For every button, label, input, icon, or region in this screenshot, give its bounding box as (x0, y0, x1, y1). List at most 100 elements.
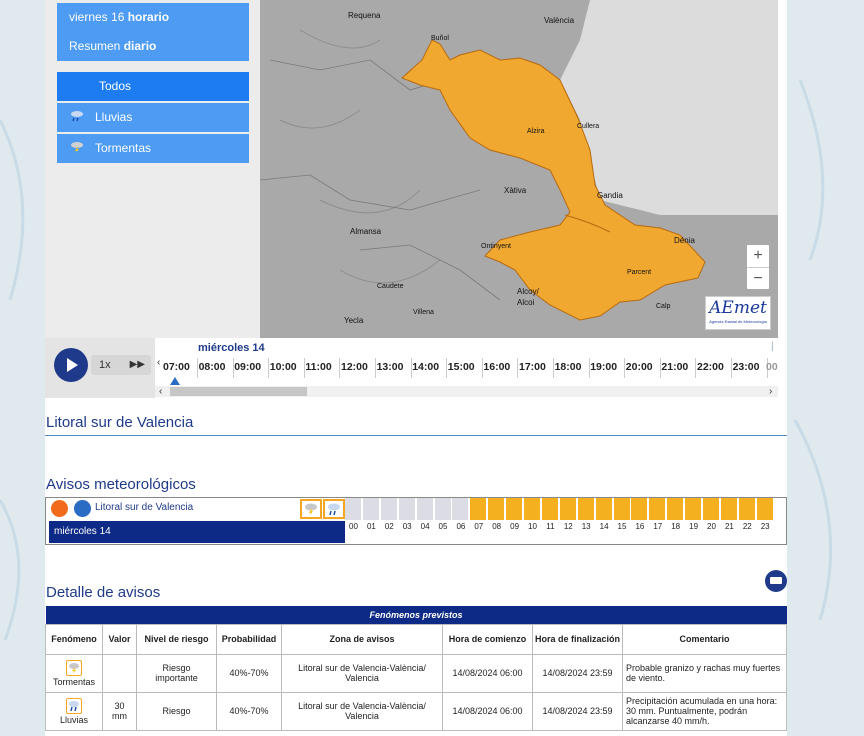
city-label: València (544, 16, 575, 25)
zone-cell: Litoral sur de Valencia-València/ Valenc… (281, 691, 443, 731)
column-header: Probabilidad (216, 623, 282, 655)
timeline-hour[interactable]: 18:00 (555, 361, 582, 373)
hourly-button[interactable]: viernes 16 horario (57, 3, 249, 32)
timeline-hour[interactable]: 12:00 (341, 361, 368, 373)
filter-storms[interactable]: Tormentas (57, 134, 249, 163)
filter-rain[interactable]: Lluvias (57, 103, 249, 132)
probability-cell: 40%-70% (216, 691, 282, 731)
scroll-right-arrow[interactable]: › (769, 386, 772, 397)
warning-hour-label: 05 (438, 522, 448, 531)
city-label: Yecla (344, 316, 364, 325)
zoom-out-button[interactable]: − (747, 267, 769, 289)
rain-icon (71, 111, 83, 122)
city-label: Villena (413, 309, 434, 316)
timeline-hour-partial[interactable]: 00 (766, 361, 778, 373)
scroll-left-arrow[interactable]: ‹ (159, 386, 162, 397)
storm-warning-icon[interactable] (300, 499, 322, 519)
timeline-prev-arrow[interactable]: ‹ (157, 357, 160, 368)
timeline-hour[interactable]: 17:00 (519, 361, 546, 373)
rss-icon-blue[interactable] (74, 500, 91, 517)
city-label: Caudete (377, 283, 404, 290)
print-button[interactable] (765, 570, 787, 592)
value-cell (102, 653, 137, 693)
rss-icon[interactable] (51, 500, 68, 517)
warning-hour-label: 23 (760, 522, 770, 531)
city-label: Requena (348, 11, 381, 20)
timeline-hour[interactable]: 22:00 (697, 361, 724, 373)
warning-hour-cell (416, 498, 434, 520)
warning-hour-cell (345, 498, 362, 520)
play-button[interactable] (54, 348, 88, 382)
rain-warning-icon[interactable] (323, 499, 345, 519)
timeline-hour[interactable]: 13:00 (377, 361, 404, 373)
column-header: Comentario (622, 623, 787, 655)
timeline-hour[interactable]: 08:00 (199, 361, 226, 373)
phenomenon-cell: Tormentas (45, 653, 103, 693)
warning-hour-label: 02 (384, 522, 394, 531)
phenomenon-cell: Lluvias (45, 691, 103, 731)
city-label: Gandia (597, 191, 623, 200)
warning-hour-cell (541, 498, 559, 520)
warnings-table: Fenómenos previstos Fenómeno Valor Nivel… (45, 606, 787, 731)
city-label: Cullera (577, 123, 600, 130)
timeline-hour[interactable]: 10:00 (270, 361, 297, 373)
speed-selector[interactable]: 1x ▶▶ (91, 355, 151, 375)
timeline-hour[interactable]: 09:00 (234, 361, 261, 373)
timeline-hour[interactable]: 23:00 (733, 361, 760, 373)
warning-hour-cell (703, 498, 720, 520)
warnings-day-label: miércoles 14 (49, 521, 345, 543)
timeline-position-marker[interactable] (170, 377, 180, 385)
city-label: Alzira (527, 128, 545, 135)
warning-hour-label: 20 (707, 522, 716, 531)
comment-cell: Precipitación acumulada en una hora: 30 … (622, 691, 787, 731)
table-title: Fenómenos previstos (45, 606, 787, 624)
warning-hour-label: 00 (349, 522, 358, 531)
timeline-hour[interactable]: 14:00 (412, 361, 439, 373)
filter-all[interactable]: Todos (57, 72, 249, 101)
warnings-map[interactable]: Requena València Buñol Alzira Cullera Xà… (260, 0, 778, 338)
warning-hour-label: 21 (724, 522, 734, 531)
city-label: Buñol (431, 35, 449, 42)
zoom-in-button[interactable]: + (747, 245, 769, 267)
column-header: Zona de avisos (281, 623, 443, 655)
timeline-hour[interactable]: 11:00 (305, 361, 331, 373)
warning-hour-cell (524, 498, 541, 520)
risk-cell: Riesgo importante (136, 653, 217, 693)
warnings-zone-link[interactable]: Litoral sur de Valencia (95, 502, 193, 513)
details-heading: Detalle de avisos (46, 584, 161, 601)
warning-hour-cell (756, 498, 774, 520)
end-cell: 14/08/2024 23:59 (532, 691, 623, 731)
timeline-hour[interactable]: 19:00 (590, 361, 617, 373)
warning-hour-cell (685, 498, 703, 520)
warning-hour-label: 10 (528, 522, 537, 531)
timeline-hour[interactable]: 20:00 (626, 361, 653, 373)
warning-hour-cell (362, 498, 380, 520)
column-header: Hora de finalización (532, 623, 623, 655)
warning-hour-cell (559, 498, 577, 520)
city-label: Dénia (674, 236, 695, 245)
end-cell: 14/08/2024 23:59 (532, 653, 623, 693)
fast-forward-icon[interactable]: ▶▶ (130, 355, 145, 375)
timeline-hour[interactable]: 15:00 (448, 361, 475, 373)
storm-icon (66, 659, 82, 676)
city-label: Ontinyent (481, 243, 511, 250)
timeline-hour[interactable]: 16:00 (483, 361, 510, 373)
aemet-logo[interactable]: AEmet Agencia Estatal de Meteorología (705, 296, 771, 330)
warning-hour-cell (577, 498, 595, 520)
daily-summary-button[interactable]: Resumen diario (57, 32, 249, 61)
comment-cell: Probable granizo y rachas muy fuertes de… (622, 653, 787, 693)
divider (45, 435, 787, 436)
timeline-hour[interactable]: 07:00 (163, 361, 190, 373)
warning-hour-cell (380, 498, 398, 520)
warning-hour-cell (613, 498, 631, 520)
timeline-hour[interactable]: 21:00 (661, 361, 688, 373)
column-header: Fenómeno (45, 623, 103, 655)
warning-hour-label: 07 (474, 522, 484, 531)
city-label: Alcoi (517, 298, 535, 307)
warning-hour-cell (631, 498, 649, 520)
start-cell: 14/08/2024 06:00 (442, 653, 533, 693)
probability-cell: 40%-70% (216, 653, 282, 693)
column-header: Hora de comienzo (442, 623, 533, 655)
timeline-next-arrow[interactable]: | (771, 341, 774, 352)
timeline-scrollbar-thumb[interactable] (170, 387, 307, 396)
